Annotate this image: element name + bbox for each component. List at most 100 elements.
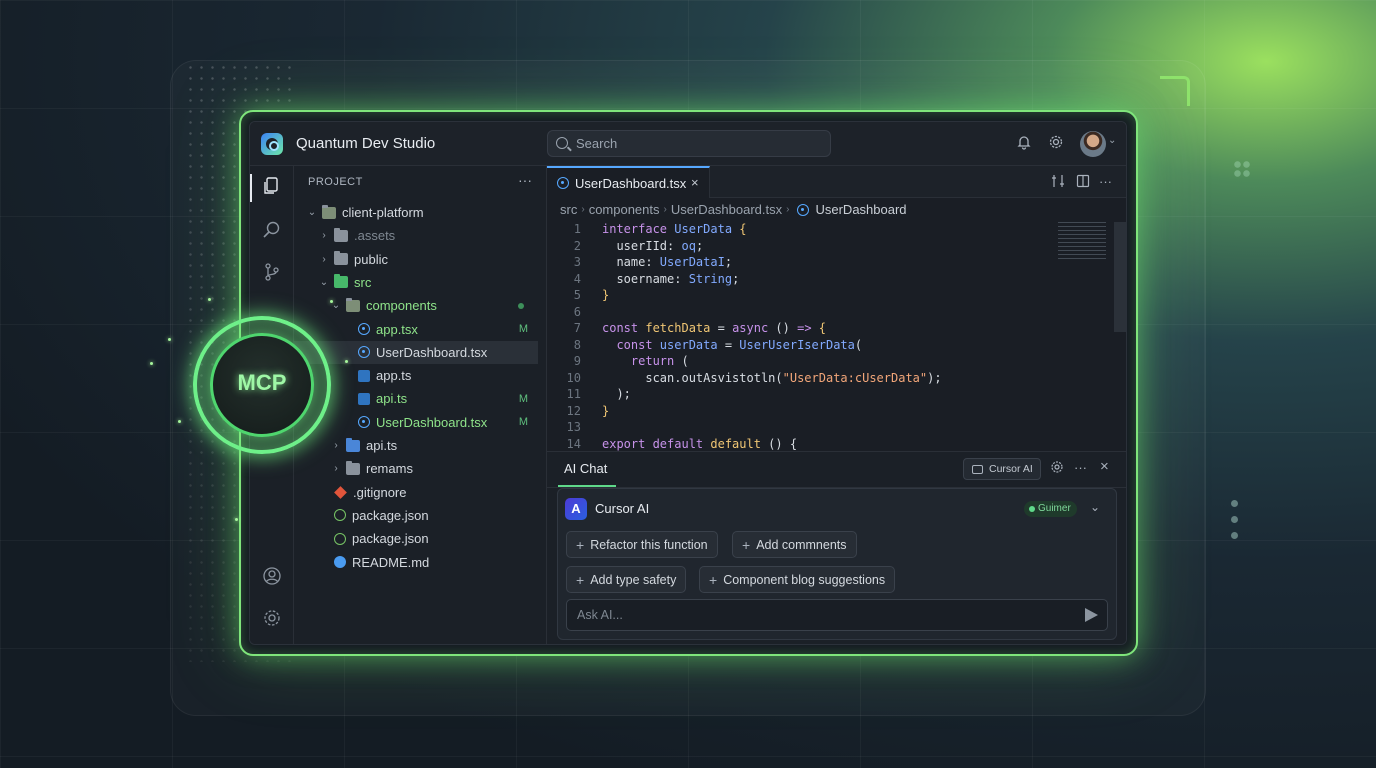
search-icon[interactable] [261, 220, 283, 242]
chevron-right-icon[interactable]: › [318, 254, 330, 265]
more-icon[interactable]: ··· [1099, 174, 1112, 189]
code-token: ); [602, 387, 631, 401]
line-number: 2 [573, 238, 581, 253]
tab-ai-chat[interactable]: AI Chat [564, 461, 607, 476]
search-placeholder: Search [576, 136, 618, 151]
code-token: UserData [674, 222, 740, 236]
folder-icon [346, 437, 360, 452]
breadcrumb-item[interactable]: UserDashboard.tsx [671, 202, 782, 217]
code-text: } [581, 404, 609, 421]
code-token: ( [681, 354, 689, 368]
tree-item[interactable]: .gitignore [294, 481, 538, 504]
code-token: oq [681, 238, 696, 253]
chip-label: Add type safety [590, 572, 677, 587]
chevron-down-icon[interactable]: ⌄ [1090, 500, 1100, 514]
code-line: 9 return ( [547, 354, 1114, 371]
code-area[interactable]: 1 interface UserData {2 userIId: oq; 3 nam… [547, 222, 1114, 453]
chip-label: Refactor this function [590, 537, 708, 552]
spark [330, 300, 333, 303]
tree-item[interactable]: package.json [294, 527, 538, 550]
code-text: const fetchData = async () => { [581, 321, 826, 338]
account-icon[interactable] [261, 566, 283, 588]
code-token: name: [602, 255, 660, 269]
tree-item[interactable]: › api.ts [294, 434, 538, 457]
avatar[interactable] [1080, 131, 1106, 157]
compare-icon[interactable] [1051, 174, 1065, 191]
info-icon [334, 556, 346, 568]
tree-item[interactable]: ⌄ components [294, 294, 538, 317]
send-icon[interactable] [1085, 608, 1098, 622]
close-icon[interactable]: × [1100, 458, 1109, 475]
chevron-right-icon[interactable]: › [318, 230, 330, 241]
close-icon[interactable]: × [691, 175, 699, 190]
suggestion-chip[interactable]: + Add commnents [732, 531, 857, 558]
plus-icon: + [576, 571, 585, 588]
scrollbar[interactable] [1114, 222, 1126, 332]
tree-item[interactable]: › public [294, 248, 538, 271]
ask-ai-input[interactable]: Ask AI... [566, 599, 1108, 631]
tree-item-label: .assets [354, 228, 396, 244]
chevron-down-icon[interactable]: ⌄ [1108, 135, 1116, 146]
source-control-icon[interactable] [261, 262, 283, 284]
breadcrumb-item[interactable]: src [560, 202, 577, 217]
code-token: { [818, 321, 827, 335]
breadcrumb: src › components › UserDashboard.tsx › U… [560, 202, 907, 217]
code-text: interface UserData { [581, 222, 747, 239]
tree-item[interactable]: ⌄ client-platform [294, 201, 538, 224]
split-editor-icon[interactable] [1076, 174, 1090, 191]
more-icon[interactable]: ··· [518, 172, 532, 188]
plus-icon: + [742, 536, 751, 553]
gear-icon[interactable] [1050, 460, 1064, 477]
chevron-right-icon[interactable]: › [330, 463, 342, 474]
ask-placeholder: Ask AI... [577, 608, 623, 622]
settings-icon[interactable] [261, 608, 283, 630]
cursor-ai-button[interactable]: Cursor AI [963, 458, 1041, 480]
code-token: return [602, 354, 682, 368]
suggestion-chip[interactable]: + Refactor this function [566, 531, 718, 558]
code-line: 7 const fetchData = async () => { [547, 321, 1114, 338]
suggestion-chip[interactable]: + Add type safety [566, 566, 687, 593]
folder-icon [334, 251, 348, 266]
spark [150, 362, 153, 365]
tree-item[interactable]: README.md [294, 551, 538, 574]
tab-label: UserDashboard.tsx [575, 176, 687, 191]
decorative-dots [1233, 160, 1251, 178]
chip-label: Component blog suggestions [723, 572, 886, 587]
code-text: scan.outAsvistotln("UserData:cUserData")… [581, 371, 941, 388]
code-text: name: UserDataI; [581, 255, 732, 272]
react-icon [557, 177, 569, 189]
chevron-right-icon: › [663, 204, 667, 215]
breadcrumb-item[interactable]: UserDashboard [815, 202, 906, 217]
suggestion-chip[interactable]: + Component blog suggestions [699, 566, 896, 593]
tree-item[interactable]: ⌄ src [294, 271, 538, 294]
tree-item[interactable]: › remams [294, 457, 538, 480]
gear-icon[interactable] [1046, 134, 1066, 154]
tree-item[interactable]: package.json [294, 504, 538, 527]
minimap[interactable] [1058, 222, 1106, 262]
line-number: 13 [566, 420, 581, 434]
assistant-card: A Cursor AI Guimer ⌄ + Refactor this func… [557, 488, 1117, 640]
plus-icon: + [709, 571, 718, 588]
code-line: 13 [547, 420, 1114, 437]
chevron-right-icon[interactable]: › [330, 440, 342, 451]
code-text: ); [581, 387, 631, 404]
tree-item[interactable]: app.tsx M [294, 318, 538, 341]
chevron-down-icon[interactable]: ⌄ [306, 207, 318, 218]
tab-bar: UserDashboard.tsx × ··· [547, 166, 1126, 198]
code-line: 2 userIId: oq; [547, 239, 1114, 256]
code-token: default [710, 436, 769, 451]
app-title: Quantum Dev Studio [296, 135, 436, 152]
react-icon [358, 346, 370, 359]
line-number: 4 [573, 271, 581, 286]
chevron-down-icon[interactable]: ⌄ [318, 277, 330, 288]
chip-label: Add commnents [756, 537, 847, 552]
files-icon[interactable] [261, 176, 283, 198]
bell-icon[interactable] [1014, 134, 1034, 154]
tab-userdashboard[interactable]: UserDashboard.tsx × [547, 166, 710, 198]
typescript-icon [358, 392, 370, 405]
search-input[interactable]: Search [547, 130, 831, 157]
breadcrumb-item[interactable]: components [589, 202, 660, 217]
more-icon[interactable]: ··· [1074, 460, 1087, 475]
tree-item[interactable]: › .assets [294, 224, 538, 247]
